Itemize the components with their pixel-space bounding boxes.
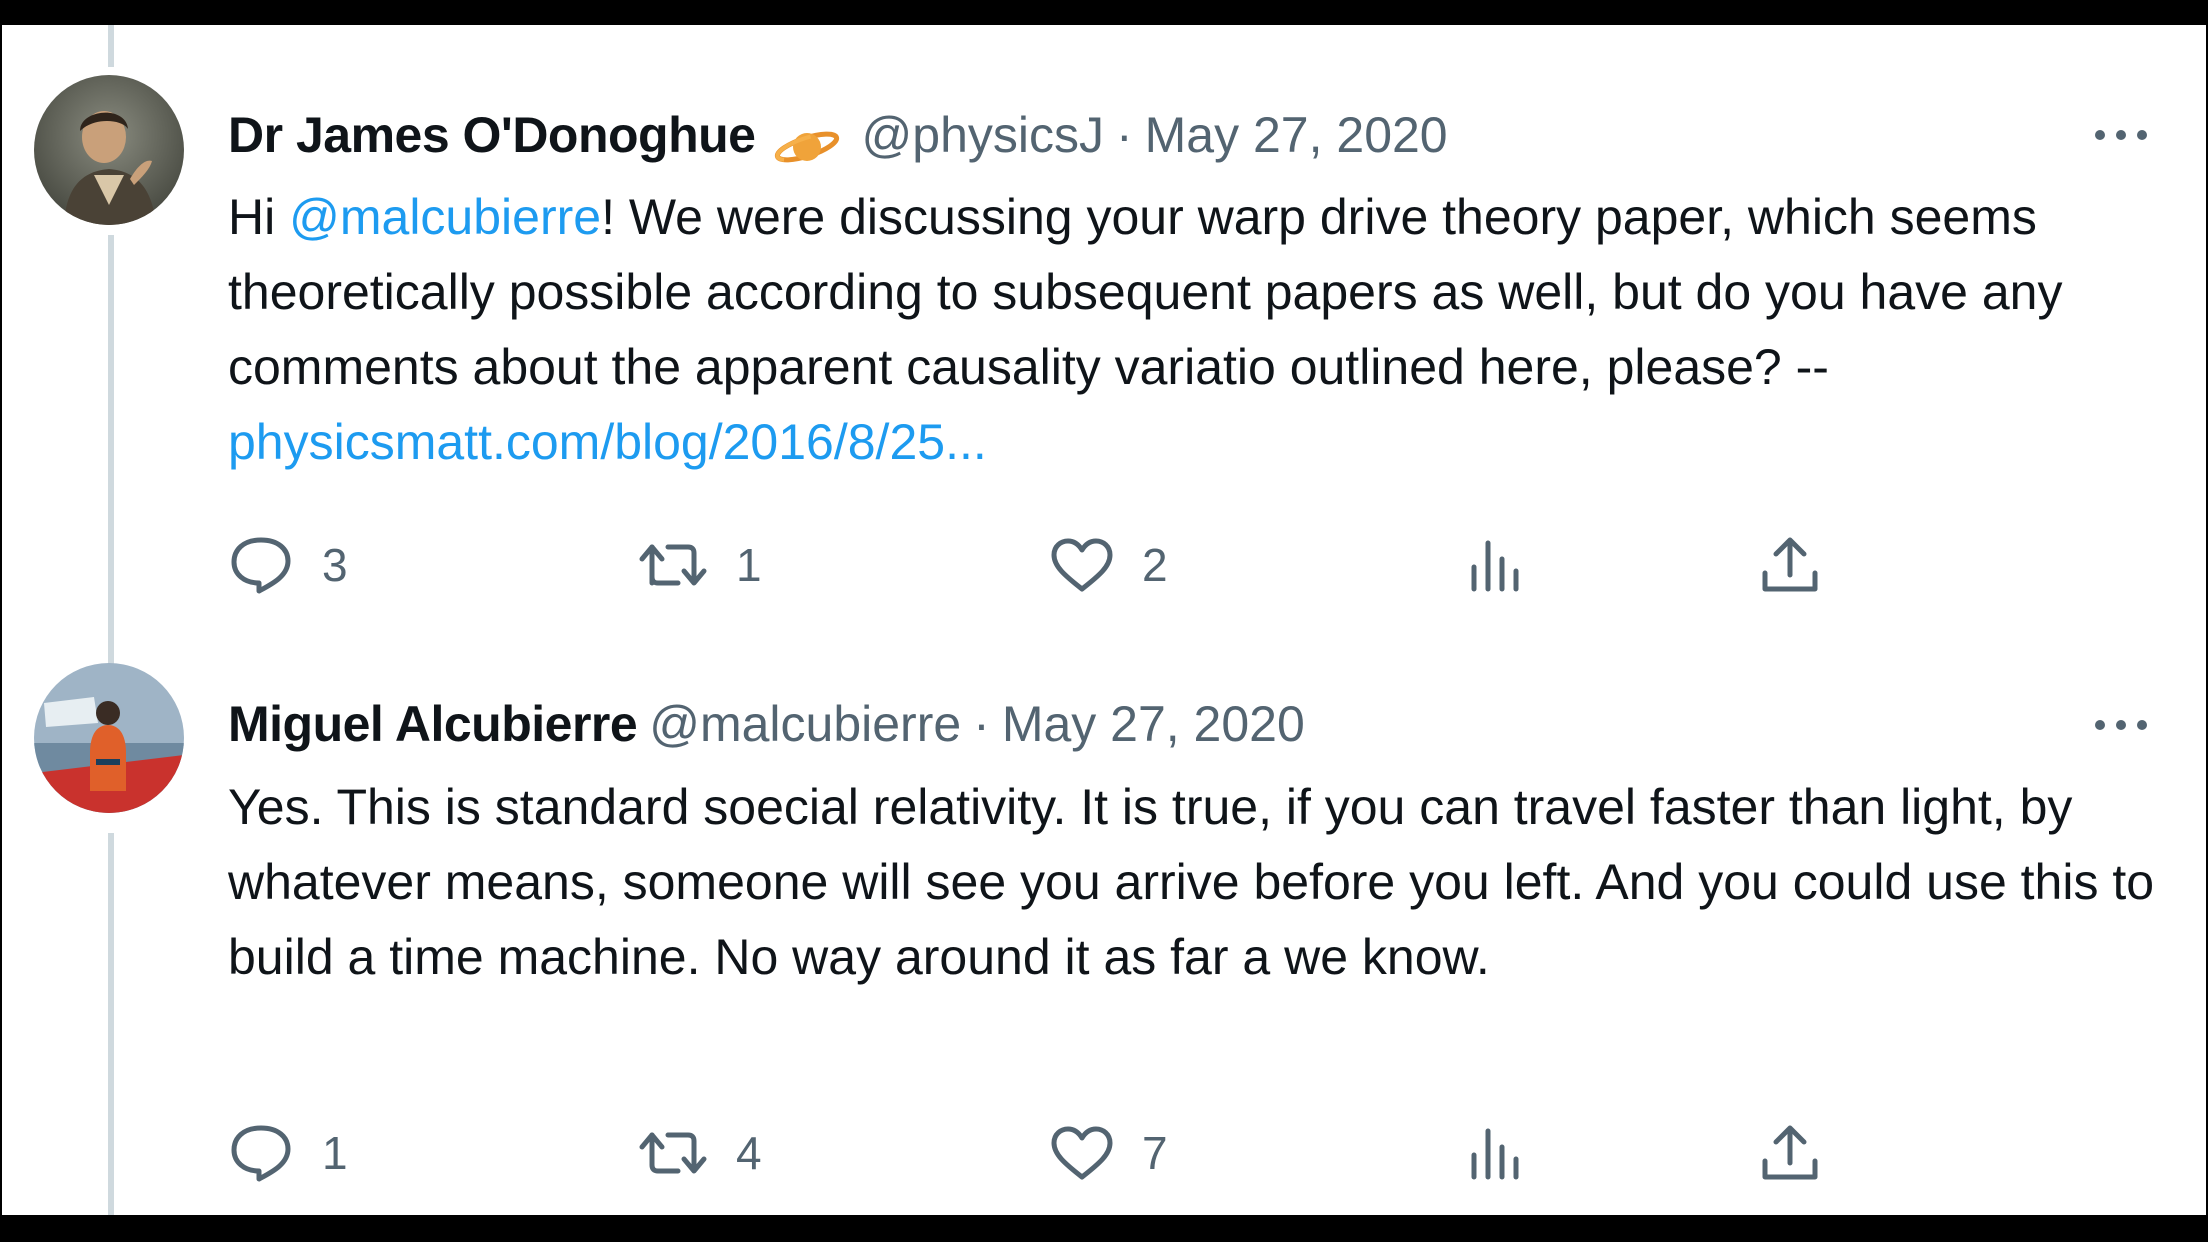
author-handle[interactable]: @malcubierre [649, 689, 961, 759]
tweet-header: Miguel Alcubierre @malcubierre · May 27,… [228, 689, 1305, 759]
tweet-actions: 3 1 2 [228, 525, 1928, 605]
reply-button[interactable]: 1 [228, 1113, 348, 1193]
retweet-icon [639, 1132, 707, 1174]
header-separator: · [973, 696, 990, 752]
views-button[interactable] [1468, 1113, 1522, 1193]
avatar[interactable] [34, 75, 184, 225]
reply-count: 1 [322, 1127, 348, 1179]
header-separator: · [1115, 107, 1133, 163]
share-upload-icon [1762, 1125, 1818, 1180]
planet-emoji-icon [774, 115, 840, 163]
reply-count: 3 [322, 539, 348, 591]
avatar[interactable] [34, 663, 184, 813]
share-button[interactable] [1760, 1113, 1820, 1193]
like-count: 7 [1142, 1127, 1168, 1179]
retweet-count: 1 [736, 539, 762, 591]
more-horizontal-icon [2095, 720, 2147, 730]
author-name[interactable]: Miguel Alcubierre [228, 689, 638, 759]
tweet-date[interactable]: May 27, 2020 [1145, 100, 1448, 170]
tweet[interactable]: Dr James O'Donoghue @physicsJ · May 27, … [2, 25, 2206, 615]
more-options-button[interactable] [2086, 705, 2156, 745]
views-bar-chart-icon [1471, 1128, 1519, 1180]
more-options-button[interactable] [2086, 115, 2156, 155]
mention-link[interactable]: @malcubierre [289, 189, 601, 245]
reply-button[interactable]: 3 [228, 525, 348, 605]
heart-icon [1051, 1126, 1113, 1180]
more-horizontal-icon [2095, 130, 2147, 140]
conversation-thread: Dr James O'Donoghue @physicsJ · May 27, … [2, 25, 2206, 1215]
tweet-text-prefix: Hi [228, 189, 290, 245]
reply-bubble-icon [231, 537, 291, 594]
heart-icon [1051, 538, 1113, 592]
retweet-icon [639, 544, 707, 586]
tweet-text: Hi @malcubierre! We were discussing your… [228, 180, 2168, 480]
reply-bubble-icon [231, 1125, 291, 1182]
retweet-count: 4 [736, 1127, 762, 1179]
retweet-button[interactable]: 4 [638, 1113, 762, 1193]
like-button[interactable]: 7 [1050, 1113, 1168, 1193]
author-handle[interactable]: @physicsJ [862, 100, 1104, 170]
like-button[interactable]: 2 [1050, 525, 1168, 605]
share-upload-icon [1762, 537, 1818, 592]
views-button[interactable] [1468, 525, 1522, 605]
tweet-header: Dr James O'Donoghue @physicsJ · May 27, … [228, 100, 1448, 170]
external-link[interactable]: physicsmatt.com/blog/2016/8/25... [228, 414, 987, 470]
tweet-actions: 1 4 7 [228, 1113, 1928, 1193]
tweet-text: Yes. This is standard soecial relativity… [228, 779, 2168, 985]
retweet-button[interactable]: 1 [638, 525, 762, 605]
screenshot-frame: Dr James O'Donoghue @physicsJ · May 27, … [0, 0, 2208, 1242]
views-bar-chart-icon [1471, 540, 1519, 592]
share-button[interactable] [1760, 525, 1820, 605]
author-name[interactable]: Dr James O'Donoghue [228, 100, 756, 170]
tweet-date[interactable]: May 27, 2020 [1002, 689, 1305, 759]
like-count: 2 [1142, 539, 1168, 591]
tweet[interactable]: Miguel Alcubierre @malcubierre · May 27,… [2, 615, 2206, 1215]
